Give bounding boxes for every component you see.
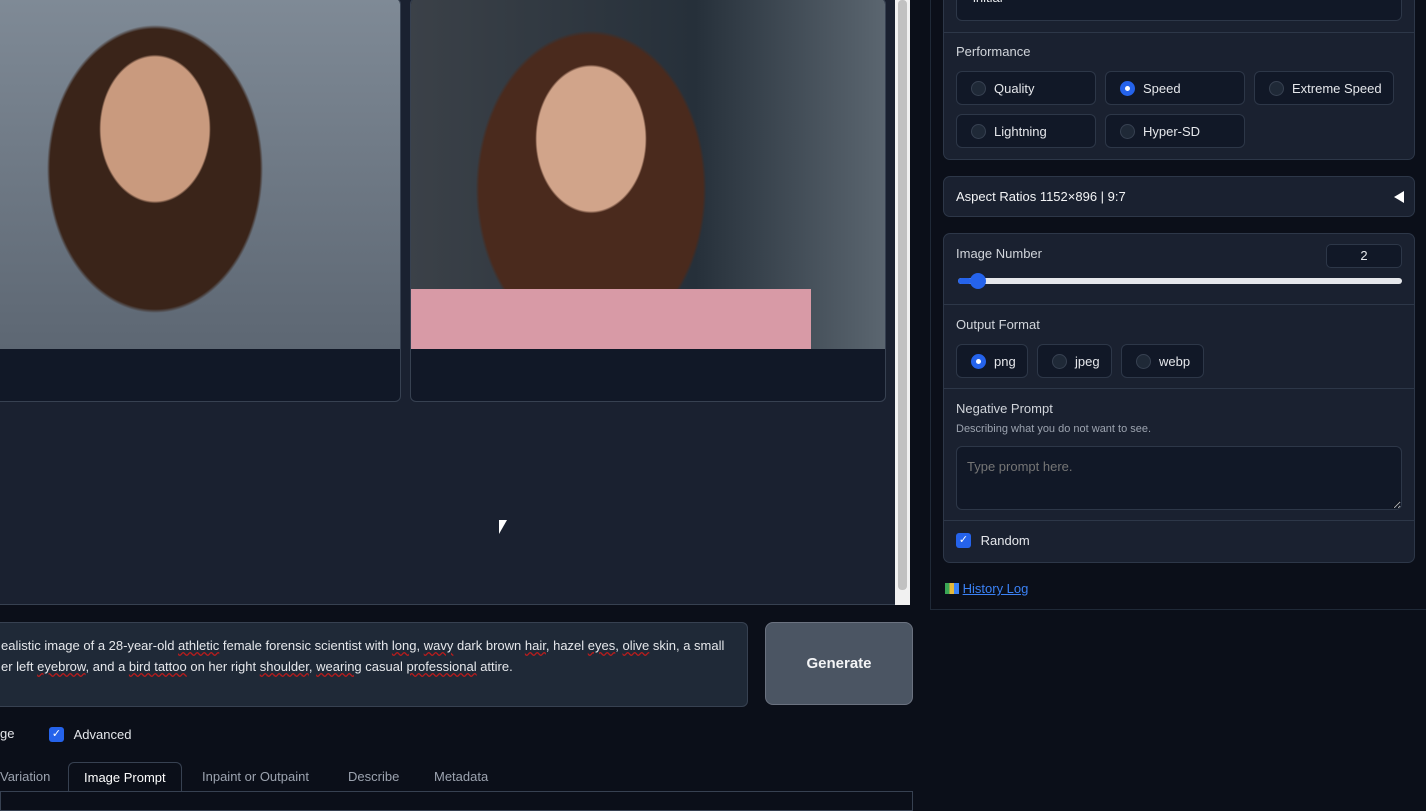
misspelled-word: shoulder	[259, 659, 309, 674]
tab-describe[interactable]: Describe	[348, 762, 399, 792]
gallery-image-2[interactable]	[410, 0, 886, 402]
tab-inpaint-outpaint[interactable]: Inpaint or Outpaint	[202, 762, 309, 792]
prompt-text: skin, a small	[649, 638, 725, 653]
performance-section: initial ▾ Performance Quality Speed Extr…	[943, 0, 1415, 160]
gallery	[0, 0, 895, 605]
slider-handle[interactable]	[970, 273, 987, 289]
misspelled-word: wearing	[316, 659, 362, 674]
radio-webp[interactable]: webp	[1121, 344, 1204, 378]
misspelled-word: wavy	[423, 638, 454, 653]
image-number-input[interactable]: 2	[1326, 244, 1402, 268]
history-log-label: History Log	[962, 581, 1029, 597]
prompt-input[interactable]: ealistic image of a 28-year-old athletic…	[0, 622, 748, 707]
preset-value: initial	[973, 0, 1003, 5]
advanced-settings-section: Image Number 2 Output Format png jpeg we…	[943, 233, 1415, 563]
misspelled-word: eyebrow	[37, 659, 86, 674]
prompt-text: female forensic scientist with	[219, 638, 392, 653]
checkmark-icon: ✓	[956, 533, 971, 549]
preset-dropdown[interactable]: initial ▾	[956, 0, 1402, 21]
aspect-ratios-accordion[interactable]: Aspect Ratios 1152×896 | 9:7	[943, 176, 1415, 217]
settings-panel: initial ▾ Performance Quality Speed Extr…	[930, 0, 1426, 610]
prompt-text: dark brown	[453, 638, 525, 653]
misspelled-word: bird tattoo	[128, 659, 187, 674]
prompt-text: ealistic image of a 28-year-old	[1, 638, 179, 653]
misspelled-word: olive	[622, 638, 650, 653]
misspelled-word: long	[391, 638, 417, 653]
radio-hyper-sd[interactable]: Hyper-SD	[1105, 114, 1245, 148]
gallery-scrollbar[interactable]	[895, 0, 910, 605]
performance-label: Performance	[956, 44, 1031, 59]
prompt-text: ,	[615, 638, 623, 653]
radio-extreme-speed[interactable]: Extreme Speed	[1254, 71, 1394, 105]
random-checkbox[interactable]: ✓ Random	[956, 532, 1030, 549]
tab-image-prompt[interactable]: Image Prompt	[68, 762, 182, 792]
gallery-image-1[interactable]	[0, 0, 401, 402]
misspelled-word: athletic	[178, 638, 220, 653]
negative-prompt-label: Negative Prompt	[956, 401, 1053, 416]
tab-metadata[interactable]: Metadata	[434, 762, 488, 792]
prompt-text: casual	[361, 659, 407, 674]
random-label: Random	[980, 533, 1030, 549]
collapse-triangle-icon	[1394, 191, 1404, 203]
radio-speed[interactable]: Speed	[1105, 71, 1245, 105]
radio-jpeg[interactable]: jpeg	[1037, 344, 1112, 378]
advanced-label: Advanced	[73, 727, 132, 743]
aspect-ratios-label: Aspect Ratios 1152×896 | 9:7	[956, 189, 1126, 204]
image-checkbox-label[interactable]: ge	[0, 726, 14, 741]
portrait-photo	[0, 0, 400, 349]
misspelled-word: hair	[524, 638, 546, 653]
misspelled-word: eyes	[587, 638, 616, 653]
negative-prompt-input[interactable]	[956, 446, 1402, 510]
misspelled-word: professional	[406, 659, 477, 674]
prompt-text: , hazel	[545, 638, 588, 653]
image-number-label: Image Number	[956, 246, 1042, 261]
prompt-text: on her right	[186, 659, 260, 674]
chevron-down-icon: ▾	[1374, 0, 1381, 4]
radio-png[interactable]: png	[956, 344, 1028, 378]
negative-prompt-hint: Describing what you do not want to see.	[956, 423, 1152, 435]
radio-quality[interactable]: Quality	[956, 71, 1096, 105]
portrait-photo-with-bird	[411, 0, 885, 349]
prompt-text: er left	[1, 659, 38, 674]
prompt-text: attire.	[476, 659, 513, 674]
history-log-link[interactable]: History Log	[945, 580, 1028, 596]
prompt-text: ,	[416, 638, 424, 653]
radio-lightning[interactable]: Lightning	[956, 114, 1096, 148]
tab-variation[interactable]: Variation	[0, 762, 50, 792]
tab-content	[0, 791, 913, 811]
mouse-cursor-icon	[499, 520, 507, 534]
books-icon	[945, 583, 959, 595]
output-format-label: Output Format	[956, 317, 1040, 332]
advanced-checkbox[interactable]: ✓ Advanced	[49, 726, 132, 743]
checkmark-icon: ✓	[49, 727, 64, 743]
generate-button[interactable]: Generate	[765, 622, 913, 705]
image-number-slider[interactable]	[958, 273, 1402, 289]
prompt-text: , and a	[85, 659, 129, 674]
